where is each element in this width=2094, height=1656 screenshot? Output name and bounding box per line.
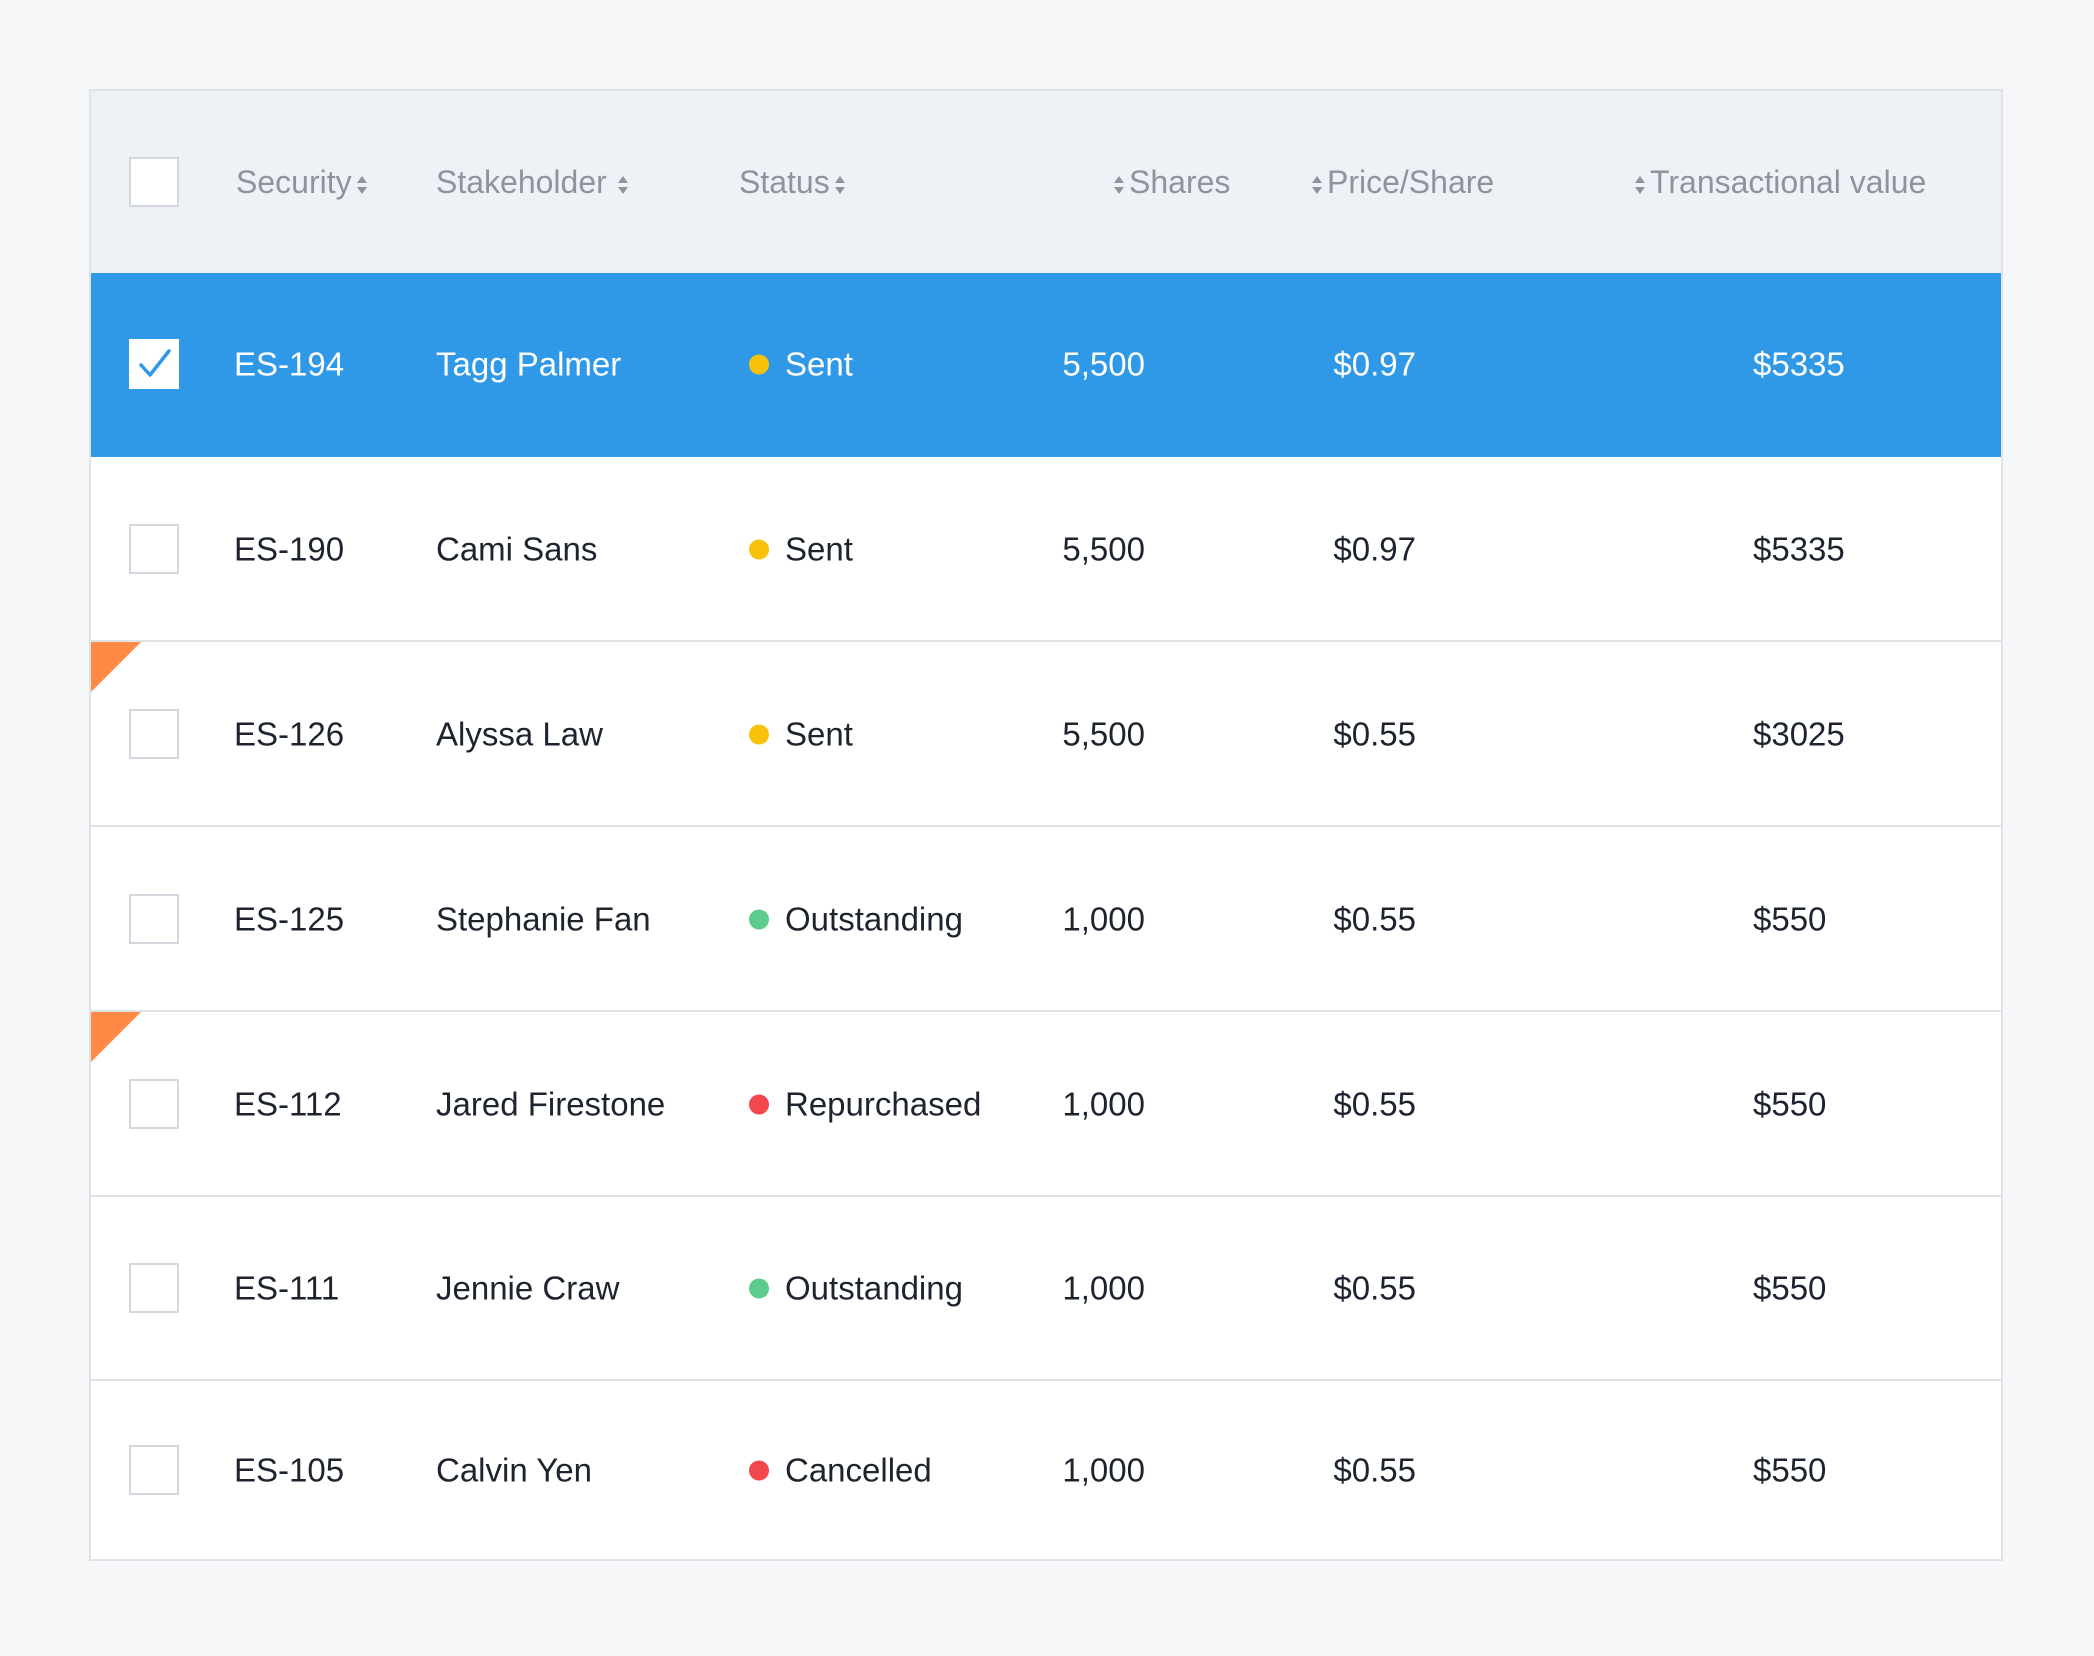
checkmark-icon bbox=[139, 349, 171, 377]
status-dot-icon bbox=[749, 539, 769, 560]
securities-table: Security Stakeholder Status Shares Price… bbox=[89, 89, 2003, 1561]
column-header-transactional-value-label: Transactional value bbox=[1650, 164, 1927, 200]
table-row[interactable]: ES-194 Tagg Palmer Sent 5,500 $0.97 $533… bbox=[91, 273, 2001, 457]
status-dot-icon bbox=[749, 1094, 769, 1115]
shares-cell: 1,000 bbox=[1062, 900, 1145, 937]
security-cell: ES-126 bbox=[234, 715, 345, 752]
shares-cell: 5,500 bbox=[1062, 715, 1145, 752]
security-cell: ES-111 bbox=[234, 1269, 340, 1307]
status-label: Repurchased bbox=[785, 1085, 982, 1122]
price-cell: $0.97 bbox=[1333, 530, 1416, 567]
row-checkbox[interactable] bbox=[129, 339, 179, 389]
status-dot-icon bbox=[749, 909, 769, 930]
status-dot-icon bbox=[749, 354, 769, 375]
column-header-stakeholder-label: Stakeholder bbox=[436, 164, 607, 200]
status-dot-icon bbox=[749, 1278, 769, 1299]
column-header-security-label: Security bbox=[236, 164, 352, 200]
column-header-price-per-share[interactable]: Price/Share bbox=[1307, 166, 1494, 198]
row-checkbox[interactable] bbox=[129, 1445, 179, 1495]
shares-cell: 5,500 bbox=[1062, 345, 1145, 383]
row-checkbox[interactable] bbox=[129, 523, 179, 574]
shares-cell: 1,000 bbox=[1062, 1451, 1145, 1489]
column-header-shares[interactable]: Shares bbox=[1109, 166, 1230, 198]
status-cell: Outstanding bbox=[749, 1272, 963, 1305]
column-header-transactional-value[interactable]: Transactional value bbox=[1630, 166, 1926, 198]
transactional-value-cell: $5335 bbox=[1753, 345, 1845, 383]
table-row[interactable]: ES-190 Cami Sans Sent 5,500 $0.97 $5335 bbox=[91, 457, 2001, 642]
status-dot-icon bbox=[749, 724, 769, 745]
column-header-security[interactable]: Security bbox=[236, 166, 372, 198]
sort-icon[interactable] bbox=[356, 175, 368, 195]
column-header-status-label: Status bbox=[739, 164, 830, 200]
status-label: Outstanding bbox=[785, 900, 963, 937]
table-row[interactable]: ES-105 Calvin Yen Cancelled 1,000 $0.55 … bbox=[91, 1381, 2001, 1559]
status-label: Sent bbox=[785, 530, 853, 567]
transactional-value-cell: $550 bbox=[1753, 1085, 1827, 1122]
status-label: Outstanding bbox=[785, 1269, 963, 1307]
sort-icon[interactable] bbox=[1113, 175, 1125, 195]
table-row[interactable]: ES-126 Alyssa Law Sent 5,500 $0.55 $3025 bbox=[91, 642, 2001, 827]
table-row[interactable]: ES-112 Jared Firestone Repurchased 1,000… bbox=[91, 1012, 2001, 1197]
sort-icon[interactable] bbox=[834, 175, 846, 195]
stakeholder-cell[interactable]: Calvin Yen bbox=[436, 1454, 592, 1487]
security-cell: ES-105 bbox=[234, 1451, 345, 1489]
status-cell: Sent bbox=[749, 348, 853, 381]
column-header-price-per-share-label: Price/Share bbox=[1327, 164, 1495, 200]
status-cell: Sent bbox=[749, 532, 853, 565]
sort-icon[interactable] bbox=[1311, 175, 1323, 195]
price-cell: $0.55 bbox=[1333, 715, 1416, 752]
transactional-value-cell: $550 bbox=[1753, 1269, 1827, 1307]
price-cell: $0.55 bbox=[1333, 1269, 1416, 1307]
column-header-stakeholder[interactable]: Stakeholder bbox=[436, 166, 633, 198]
status-dot-icon bbox=[749, 1460, 769, 1481]
stakeholder-cell[interactable]: Alyssa Law bbox=[436, 717, 603, 750]
row-checkbox[interactable] bbox=[129, 893, 179, 944]
column-header-status[interactable]: Status bbox=[739, 166, 850, 198]
status-cell: Outstanding bbox=[749, 902, 963, 935]
price-cell: $0.55 bbox=[1333, 900, 1416, 937]
transactional-value-cell: $3025 bbox=[1753, 715, 1845, 752]
transactional-value-cell: $550 bbox=[1753, 1451, 1827, 1489]
table-header: Security Stakeholder Status Shares Price… bbox=[91, 91, 2001, 273]
status-cell: Repurchased bbox=[749, 1087, 981, 1120]
price-cell: $0.97 bbox=[1333, 345, 1416, 383]
table-row[interactable]: ES-111 Jennie Craw Outstanding 1,000 $0.… bbox=[91, 1197, 2001, 1381]
status-label: Cancelled bbox=[785, 1451, 932, 1489]
security-cell: ES-112 bbox=[234, 1085, 342, 1122]
status-label: Sent bbox=[785, 345, 853, 383]
stakeholder-cell[interactable]: Cami Sans bbox=[436, 532, 597, 565]
row-checkbox[interactable] bbox=[129, 1263, 179, 1313]
shares-cell: 1,000 bbox=[1062, 1085, 1145, 1122]
flag-corner-icon bbox=[91, 642, 141, 692]
row-checkbox[interactable] bbox=[129, 1078, 179, 1129]
sort-icon[interactable] bbox=[617, 175, 629, 195]
stakeholder-cell[interactable]: Jared Firestone bbox=[436, 1087, 665, 1120]
status-cell: Sent bbox=[749, 717, 853, 750]
transactional-value-cell: $550 bbox=[1753, 900, 1827, 937]
shares-cell: 1,000 bbox=[1062, 1269, 1145, 1307]
status-cell: Cancelled bbox=[749, 1454, 932, 1487]
security-cell: ES-194 bbox=[234, 345, 345, 383]
column-header-shares-label: Shares bbox=[1129, 164, 1231, 200]
transactional-value-cell: $5335 bbox=[1753, 530, 1845, 567]
security-cell: ES-190 bbox=[234, 530, 345, 567]
select-all-checkbox[interactable] bbox=[129, 157, 179, 207]
price-cell: $0.55 bbox=[1333, 1085, 1416, 1122]
stakeholder-cell[interactable]: Jennie Craw bbox=[436, 1272, 619, 1305]
status-label: Sent bbox=[785, 715, 853, 752]
price-cell: $0.55 bbox=[1333, 1451, 1416, 1489]
table-row[interactable]: ES-125 Stephanie Fan Outstanding 1,000 $… bbox=[91, 827, 2001, 1012]
security-cell: ES-125 bbox=[234, 900, 345, 937]
stakeholder-cell[interactable]: Tagg Palmer bbox=[436, 348, 621, 381]
stakeholder-cell[interactable]: Stephanie Fan bbox=[436, 902, 651, 935]
flag-corner-icon bbox=[91, 1012, 141, 1062]
shares-cell: 5,500 bbox=[1062, 530, 1145, 567]
sort-icon[interactable] bbox=[1634, 175, 1646, 195]
row-checkbox[interactable] bbox=[129, 708, 179, 759]
